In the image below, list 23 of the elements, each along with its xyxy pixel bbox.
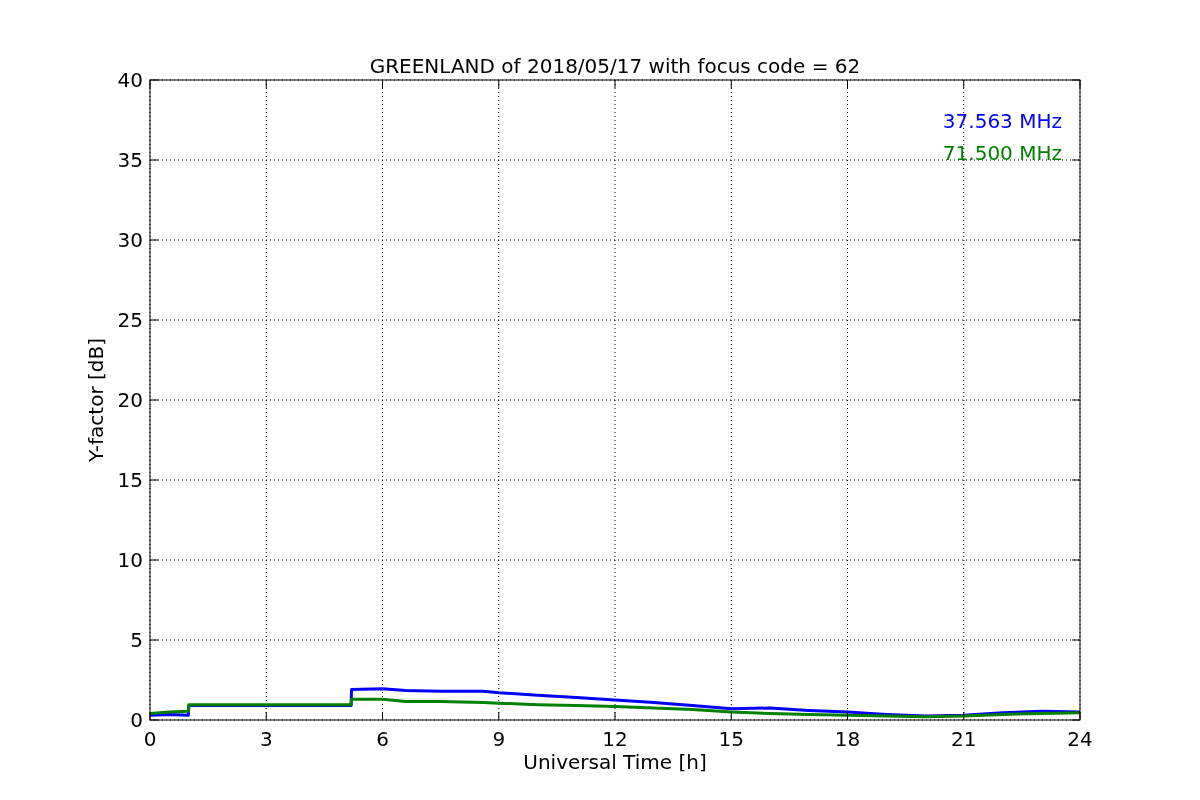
axis-tick-label: 30 [117, 228, 143, 252]
legend-label: 71.500 MHz [942, 141, 1062, 165]
axis-tick-label: 21 [951, 727, 977, 751]
axis-tick-label: 9 [492, 727, 506, 751]
axis-tick-label: 10 [117, 548, 143, 572]
axis-tick-label: 20 [117, 388, 143, 412]
axis-tick-label: 15 [718, 727, 744, 751]
axis-tick-label: 35 [117, 148, 143, 172]
axis-tick-label: 6 [376, 727, 389, 751]
axis-label: Universal Time [h] [523, 750, 707, 774]
axis-tick-label: 40 [117, 68, 143, 92]
axis-tick-label: 25 [117, 308, 143, 332]
legend-label: 37.563 MHz [942, 109, 1062, 133]
axis-tick-label: 24 [1067, 727, 1093, 751]
axis-tick-label: 18 [834, 727, 861, 751]
axis-tick-label: 15 [117, 468, 143, 492]
axis-tick-label: 12 [602, 727, 628, 751]
axis-tick-label: 5 [130, 628, 143, 652]
axis-tick-label: 3 [259, 727, 273, 751]
axis-tick-label: 0 [130, 708, 143, 732]
axis-label: Y-factor [dB] [84, 338, 108, 462]
chart-title: GREENLAND of 2018/05/17 with focus code = 62 [369, 54, 861, 78]
axis-tick-label: 0 [143, 727, 157, 751]
